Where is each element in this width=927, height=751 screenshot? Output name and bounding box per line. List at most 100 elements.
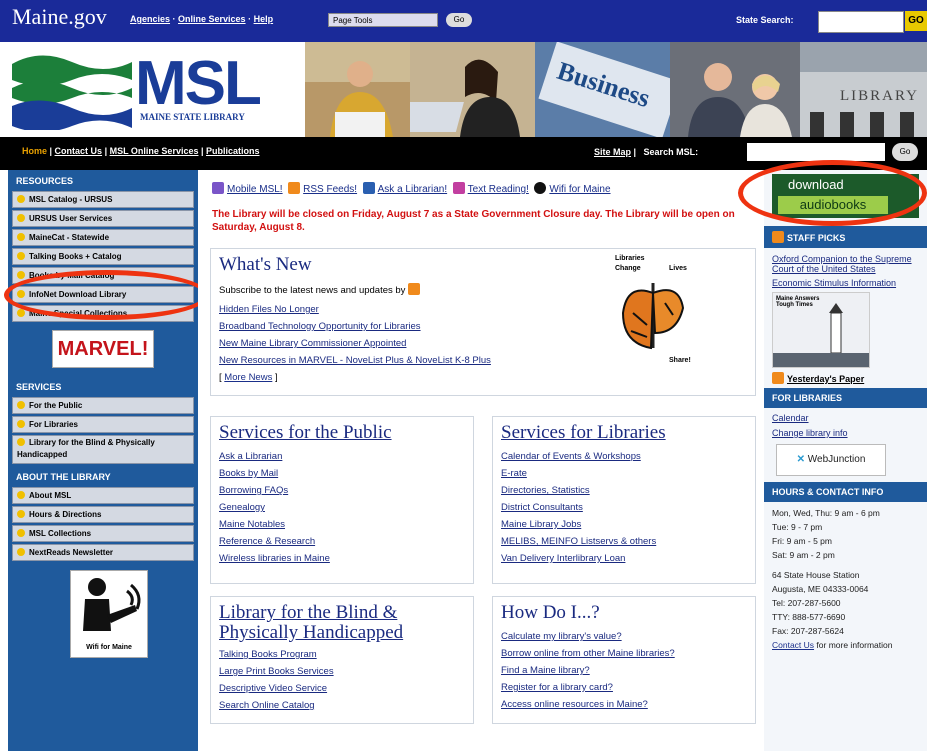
- state-search-input[interactable]: [818, 11, 904, 33]
- bullet-icon: [17, 401, 25, 409]
- wifi-for-maine-caption: Wifi for Maine: [86, 644, 132, 651]
- about-heading: ABOUT THE LIBRARY: [16, 472, 111, 482]
- text-reading-link[interactable]: Text Reading!: [468, 184, 529, 195]
- msl-waves-logo-icon: [12, 55, 132, 130]
- contact-us-link[interactable]: Contact Us: [772, 640, 814, 650]
- service-item[interactable]: For the Public: [12, 397, 194, 414]
- closure-notice: The Library will be closed on Friday, Au…: [212, 209, 735, 233]
- address-line: 64 State House Station: [772, 570, 860, 580]
- online-services-link[interactable]: Online Services: [178, 14, 246, 24]
- public-link[interactable]: Ask a Librarian: [219, 451, 465, 462]
- about-item[interactable]: NextReads Newsletter: [12, 544, 194, 561]
- blind-link[interactable]: Talking Books Program: [219, 649, 465, 660]
- staff-pick-link[interactable]: Economic Stimulus Information: [764, 278, 927, 288]
- maine-state-library-label: MAINE STATE LIBRARY: [140, 112, 245, 122]
- resource-item[interactable]: MSL Catalog - URSUS: [12, 191, 194, 208]
- libraries-link[interactable]: MELIBS, MEINFO Listservs & others: [501, 536, 747, 547]
- webjunction-logo[interactable]: ✕ WebJunction: [776, 444, 886, 476]
- agencies-link[interactable]: Agencies: [130, 14, 170, 24]
- page-tools-go-button[interactable]: Go: [446, 13, 472, 27]
- bullet-icon: [17, 420, 25, 428]
- reading-man-photo: [305, 42, 410, 137]
- bullet-icon: [17, 233, 25, 241]
- blind-services-box: Library for the Blind & Physically Handi…: [210, 596, 474, 724]
- about-item[interactable]: MSL Collections: [12, 525, 194, 542]
- rss-subscribe-icon[interactable]: [408, 283, 421, 295]
- marvel-logo[interactable]: MARVEL!: [52, 330, 154, 368]
- howdoi-link[interactable]: Borrow online from other Maine libraries…: [501, 648, 747, 659]
- bullet-icon: [17, 271, 25, 279]
- libraries-link[interactable]: Van Delivery Interlibrary Loan: [501, 553, 747, 564]
- public-link[interactable]: Genealogy: [219, 502, 465, 513]
- nav-publications-link[interactable]: Publications: [206, 146, 260, 156]
- wifi-for-maine-link[interactable]: Wifi for Maine: [549, 184, 610, 195]
- rss-icon[interactable]: [772, 372, 784, 384]
- resource-item[interactable]: MaineCat - Statewide: [12, 229, 194, 246]
- libraries-link[interactable]: Calendar of Events & Workshops: [501, 451, 747, 462]
- page-tools-select[interactable]: Page Tools: [328, 13, 438, 27]
- libraries-link[interactable]: Maine Library Jobs: [501, 519, 747, 530]
- blind-services-title[interactable]: Library for the Blind & Physically Handi…: [219, 603, 465, 643]
- services-libraries-title[interactable]: Services for Libraries: [501, 423, 747, 443]
- svg-text:LIBRARY: LIBRARY: [840, 88, 919, 104]
- business-book-photo: Business: [535, 42, 670, 137]
- howdoi-link[interactable]: Calculate my library's value?: [501, 631, 747, 642]
- hours-line: Sat: 9 am - 2 pm: [772, 550, 835, 560]
- wifi-for-maine-badge[interactable]: Wifi for Maine: [70, 570, 148, 658]
- nav-home-link[interactable]: Home: [22, 146, 47, 156]
- bullet-icon: [17, 529, 25, 537]
- ask-librarian-link[interactable]: Ask a Librarian!: [378, 184, 447, 195]
- nav-online-services-link[interactable]: MSL Online Services: [110, 146, 199, 156]
- libraries-change-lives-graphic[interactable]: Libraries Change Lives Share!: [607, 253, 699, 375]
- public-link[interactable]: Wireless libraries in Maine: [219, 553, 465, 564]
- site-map-link[interactable]: Site Map: [594, 147, 631, 157]
- libraries-link[interactable]: E-rate: [501, 468, 747, 479]
- public-link[interactable]: Books by Mail: [219, 468, 465, 479]
- blind-link[interactable]: Descriptive Video Service: [219, 683, 465, 694]
- service-item[interactable]: Library for the Blind & Physically Handi…: [12, 435, 194, 464]
- libraries-link[interactable]: District Consultants: [501, 502, 747, 513]
- blind-link[interactable]: Large Print Books Services: [219, 666, 465, 677]
- howdoi-link[interactable]: Register for a library card?: [501, 682, 747, 693]
- nav-contact-us-link[interactable]: Contact Us: [55, 146, 103, 156]
- rss-icon[interactable]: [772, 231, 784, 243]
- search-msl-input[interactable]: [747, 143, 885, 161]
- msl-banner: MSL MAINE STATE LIBRARY Business LIBRARY: [0, 42, 927, 137]
- change-library-info-link[interactable]: Change library info: [764, 428, 927, 438]
- resource-item[interactable]: Talking Books + Catalog: [12, 248, 194, 265]
- public-link[interactable]: Borrowing FAQs: [219, 485, 465, 496]
- more-news-link[interactable]: More News: [224, 372, 272, 383]
- rss-feeds-link[interactable]: RSS Feeds!: [303, 184, 357, 195]
- about-item[interactable]: Hours & Directions: [12, 506, 194, 523]
- staff-pick-link[interactable]: Oxford Companion to the Supreme Court of…: [764, 254, 927, 274]
- contact-row: Contact Us for more information: [764, 640, 927, 650]
- for-libraries-heading: FOR LIBRARIES: [764, 388, 927, 408]
- howdoi-link[interactable]: Find a Maine library?: [501, 665, 747, 676]
- calendar-link[interactable]: Calendar: [764, 413, 927, 423]
- hours-line: Mon, Wed, Thu: 9 am - 6 pm: [772, 508, 880, 518]
- public-link[interactable]: Reference & Research: [219, 536, 465, 547]
- maine-gov-logo[interactable]: Maine.gov: [12, 4, 107, 30]
- blind-link[interactable]: Search Online Catalog: [219, 700, 465, 711]
- service-item[interactable]: For Libraries: [12, 416, 194, 433]
- help-link[interactable]: Help: [254, 14, 274, 24]
- howdoi-link[interactable]: Access online resources in Maine?: [501, 699, 747, 710]
- search-msl-go-button[interactable]: Go: [892, 143, 918, 161]
- about-item[interactable]: About MSL: [12, 487, 194, 504]
- mobile-msl-link[interactable]: Mobile MSL!: [227, 184, 283, 195]
- fax-line: Fax: 207-287-5624: [772, 626, 844, 636]
- services-public-title[interactable]: Services for the Public: [219, 423, 465, 443]
- yesterdays-paper-link[interactable]: Yesterday's Paper: [787, 374, 864, 384]
- public-link[interactable]: Maine Notables: [219, 519, 465, 530]
- mobile-icon: [212, 182, 224, 194]
- libraries-link[interactable]: Directories, Statistics: [501, 485, 747, 496]
- msl-logo[interactable]: MSL: [135, 48, 262, 119]
- resource-item[interactable]: URSUS User Services: [12, 210, 194, 227]
- seniors-photo: [670, 42, 800, 137]
- wifi-icon: [534, 182, 547, 194]
- how-do-i-box: How Do I...? Calculate my library's valu…: [492, 596, 756, 724]
- maine-answers-graphic[interactable]: Maine Answers Tough Times: [772, 292, 870, 368]
- state-search-go-button[interactable]: GO: [905, 11, 927, 31]
- staff-picks-heading: STAFF PICKS: [764, 226, 927, 248]
- right-sidebar: download audiobooks STAFF PICKS Oxford C…: [764, 170, 927, 751]
